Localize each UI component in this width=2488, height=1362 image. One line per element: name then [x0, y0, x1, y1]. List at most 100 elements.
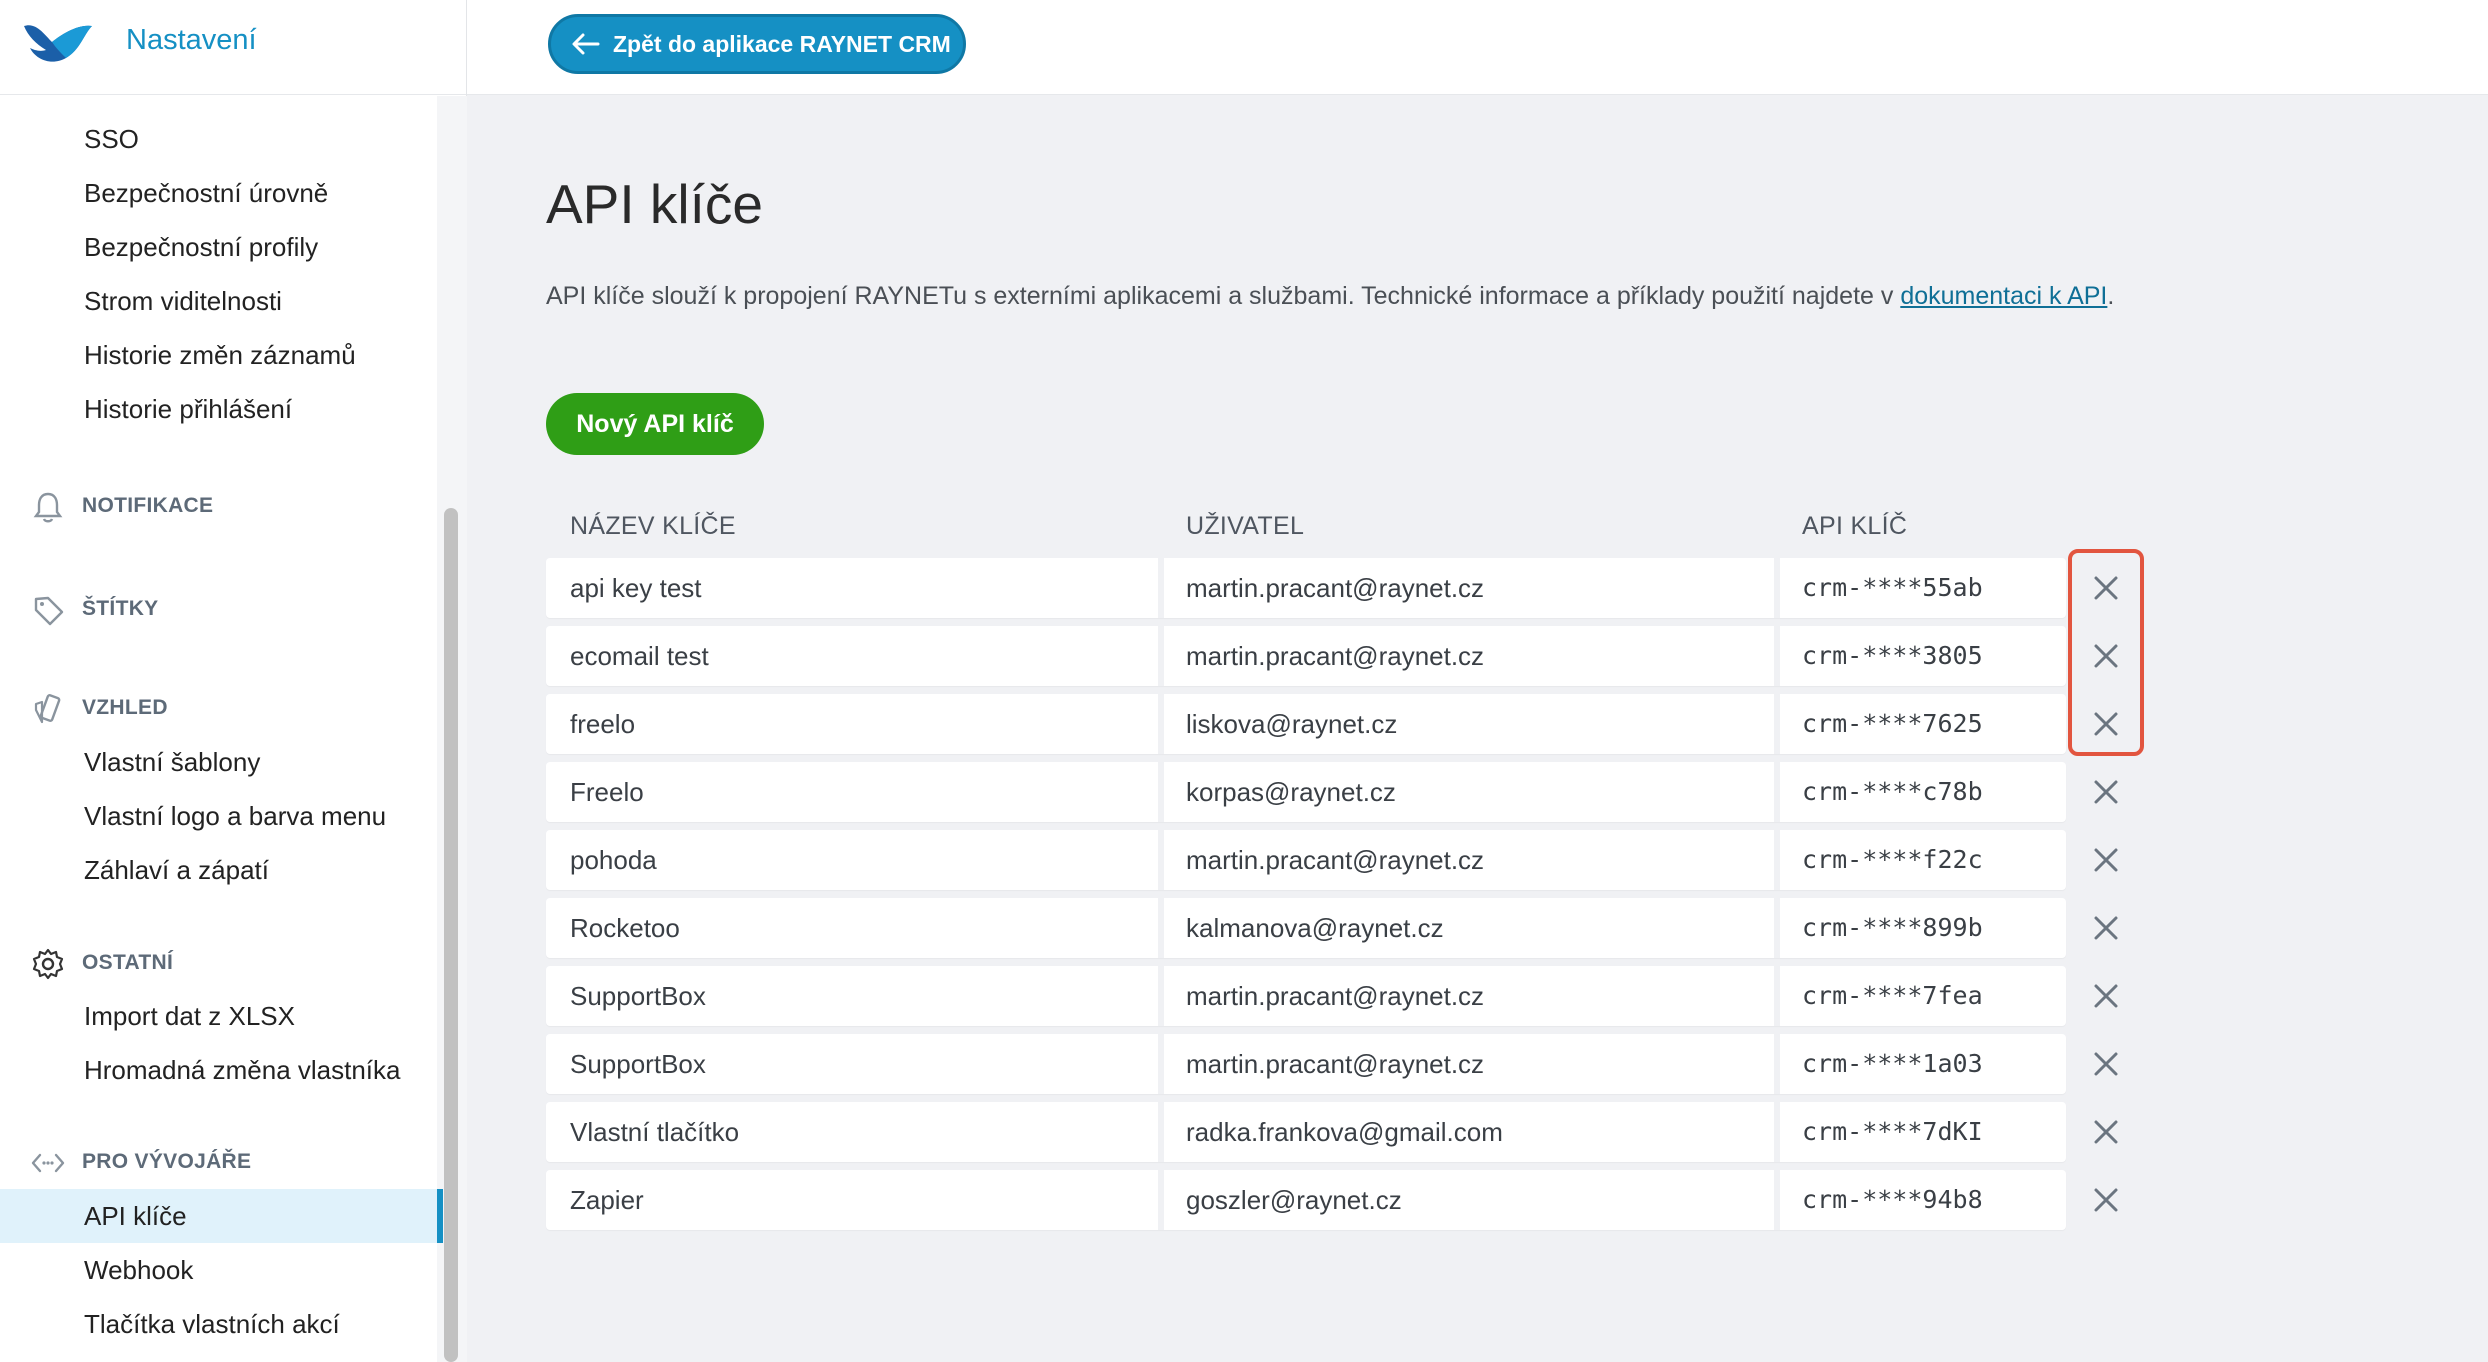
- sidebar-section-vzhled[interactable]: VZHLED: [0, 688, 437, 728]
- sidebar-section-label: PRO VÝVOJÁŘE: [82, 1150, 252, 1173]
- user-cell: martin.pracant@raynet.cz: [1186, 981, 1485, 1011]
- table-row[interactable]: api key test martin.pracant@raynet.cz crm-…: [546, 558, 2066, 618]
- sidebar-header: Nastavení: [0, 0, 466, 95]
- user-cell: goszler@raynet.cz: [1186, 1185, 1402, 1215]
- sidebar-section-label: OSTATNÍ: [82, 951, 174, 974]
- key-name-cell: Vlastní tlačítko: [570, 1117, 740, 1147]
- key-name-cell: Rocketoo: [570, 913, 680, 943]
- sidebar-item-header-footer[interactable]: Záhlaví a zápatí: [0, 843, 437, 897]
- column-separator: [1774, 694, 1780, 754]
- user-cell: martin.pracant@raynet.cz: [1186, 1049, 1485, 1079]
- api-key-cell: crm-****1a03: [1802, 1049, 1983, 1078]
- column-separator: [1158, 966, 1164, 1026]
- tag-icon: [34, 596, 64, 626]
- column-header-key-name: NÁZEV KLÍČE: [570, 512, 736, 540]
- user-cell: radka.frankova@gmail.com: [1186, 1117, 1503, 1147]
- sidebar-item-security-levels[interactable]: Bezpečnostní úrovně: [0, 166, 437, 220]
- api-key-cell: crm-****7625: [1802, 709, 1983, 738]
- sidebar-item-bulk-owner-change[interactable]: Hromadná změna vlastníka: [0, 1043, 437, 1097]
- delete-key-icon[interactable]: [2086, 840, 2126, 880]
- sidebar-section-ostatni[interactable]: OSTATNÍ: [0, 943, 437, 983]
- column-separator: [1158, 1170, 1164, 1230]
- column-separator: [1158, 898, 1164, 958]
- sidebar-item-record-history[interactable]: Historie změn záznamů: [0, 328, 437, 382]
- column-separator: [1774, 762, 1780, 822]
- arrow-left-icon: [572, 33, 600, 55]
- sidebar-item-api-keys[interactable]: API klíče: [0, 1189, 443, 1243]
- raynet-logo-icon[interactable]: [22, 20, 94, 64]
- key-name-cell: SupportBox: [570, 1049, 706, 1079]
- gear-icon: [32, 948, 64, 980]
- column-separator: [1774, 1034, 1780, 1094]
- api-key-cell: crm-****c78b: [1802, 777, 1983, 806]
- api-key-cell: crm-****f22c: [1802, 845, 1983, 874]
- sidebar-item-import-xlsx[interactable]: Import dat z XLSX: [0, 989, 437, 1043]
- page-title: API klíče: [546, 173, 764, 235]
- key-name-cell: ecomail test: [570, 641, 709, 671]
- column-separator: [1774, 898, 1780, 958]
- page-description: API klíče slouží k propojení RAYNETu s e…: [546, 282, 2114, 311]
- column-separator: [1158, 558, 1164, 618]
- description-text: API klíče slouží k propojení RAYNETu s e…: [546, 282, 1901, 310]
- sidebar-section-pro-vyvojare[interactable]: PRO VÝVOJÁŘE: [0, 1142, 437, 1182]
- api-key-cell: crm-****7dKI: [1802, 1117, 1983, 1146]
- description-suffix: .: [2107, 282, 2115, 310]
- key-name-cell: pohoda: [570, 845, 657, 875]
- table-row[interactable]: Freelo korpas@raynet.cz crm-****c78b: [546, 762, 2066, 822]
- user-cell: korpas@raynet.cz: [1186, 777, 1396, 807]
- delete-key-icon[interactable]: [2086, 908, 2126, 948]
- sidebar-section-stitky[interactable]: ŠTÍTKY: [0, 589, 437, 629]
- sidebar-item-security-profiles[interactable]: Bezpečnostní profily: [0, 220, 437, 274]
- table-row[interactable]: SupportBox martin.pracant@raynet.cz crm-**…: [546, 966, 2066, 1026]
- table-row[interactable]: Zapier goszler@raynet.cz crm-****94b8: [546, 1170, 2066, 1230]
- api-key-cell: crm-****7fea: [1802, 981, 1983, 1010]
- delete-key-icon[interactable]: [2086, 976, 2126, 1016]
- table-row[interactable]: ecomail test martin.pracant@raynet.cz crm-…: [546, 626, 2066, 686]
- bell-icon: [33, 492, 63, 523]
- palette-icon: [34, 694, 61, 724]
- back-to-app-button[interactable]: Zpět do aplikace RAYNET CRM: [548, 14, 966, 74]
- sidebar-scrollbar-thumb[interactable]: [444, 508, 458, 1362]
- sidebar-item-custom-logo[interactable]: Vlastní logo a barva menu: [0, 789, 437, 843]
- key-name-cell: api key test: [570, 573, 702, 603]
- user-cell: liskova@raynet.cz: [1186, 709, 1398, 739]
- app-title: Nastavení: [126, 24, 257, 56]
- sidebar: Nastavení SSO Bezpečnostní úrovně Bezpeč…: [0, 0, 467, 1362]
- table-row[interactable]: Vlastní tlačítko radka.frankova@gmail.com…: [546, 1102, 2066, 1162]
- sidebar-item-custom-action-buttons[interactable]: Tlačítka vlastních akcí: [0, 1297, 437, 1351]
- table-row[interactable]: Rocketoo kalmanova@raynet.cz crm-****899b: [546, 898, 2066, 958]
- api-docs-link[interactable]: dokumentaci k API: [1900, 282, 2107, 310]
- column-separator: [1158, 1034, 1164, 1094]
- column-separator: [1158, 626, 1164, 686]
- sidebar-item-sso[interactable]: SSO: [0, 112, 437, 166]
- key-name-cell: freelo: [570, 709, 636, 739]
- column-header-user: UŽIVATEL: [1186, 512, 1305, 540]
- user-cell: martin.pracant@raynet.cz: [1186, 845, 1485, 875]
- user-cell: martin.pracant@raynet.cz: [1186, 573, 1485, 603]
- sidebar-section-notifikace[interactable]: NOTIFIKACE: [0, 486, 437, 526]
- column-separator: [1774, 830, 1780, 890]
- delete-key-icon[interactable]: [2086, 1180, 2126, 1220]
- table-row[interactable]: SupportBox martin.pracant@raynet.cz crm-**…: [546, 1034, 2066, 1094]
- table-row[interactable]: pohoda martin.pracant@raynet.cz crm-****f2…: [546, 830, 2066, 890]
- new-api-key-button[interactable]: Nový API klíč: [546, 393, 764, 455]
- delete-key-icon[interactable]: [2086, 772, 2126, 812]
- api-key-cell: crm-****55ab: [1802, 573, 1983, 602]
- column-separator: [1774, 966, 1780, 1026]
- user-cell: martin.pracant@raynet.cz: [1186, 641, 1485, 671]
- column-separator: [1158, 694, 1164, 754]
- delete-key-icon[interactable]: [2086, 1112, 2126, 1152]
- column-separator: [1158, 830, 1164, 890]
- sidebar-item-login-history[interactable]: Historie přihlášení: [0, 382, 437, 436]
- column-header-api-key: API KLÍČ: [1802, 512, 1908, 540]
- column-separator: [1158, 762, 1164, 822]
- delete-highlight-box: [2068, 549, 2144, 756]
- user-cell: kalmanova@raynet.cz: [1186, 913, 1444, 943]
- delete-key-icon[interactable]: [2086, 1044, 2126, 1084]
- sidebar-item-visibility-tree[interactable]: Strom viditelnosti: [0, 274, 437, 328]
- sidebar-item-custom-templates[interactable]: Vlastní šablony: [0, 735, 437, 789]
- table-row[interactable]: freelo liskova@raynet.cz crm-****7625: [546, 694, 2066, 754]
- sidebar-item-webhook[interactable]: Webhook: [0, 1243, 437, 1297]
- key-name-cell: Freelo: [570, 777, 644, 807]
- sidebar-section-label: ŠTÍTKY: [82, 597, 159, 620]
